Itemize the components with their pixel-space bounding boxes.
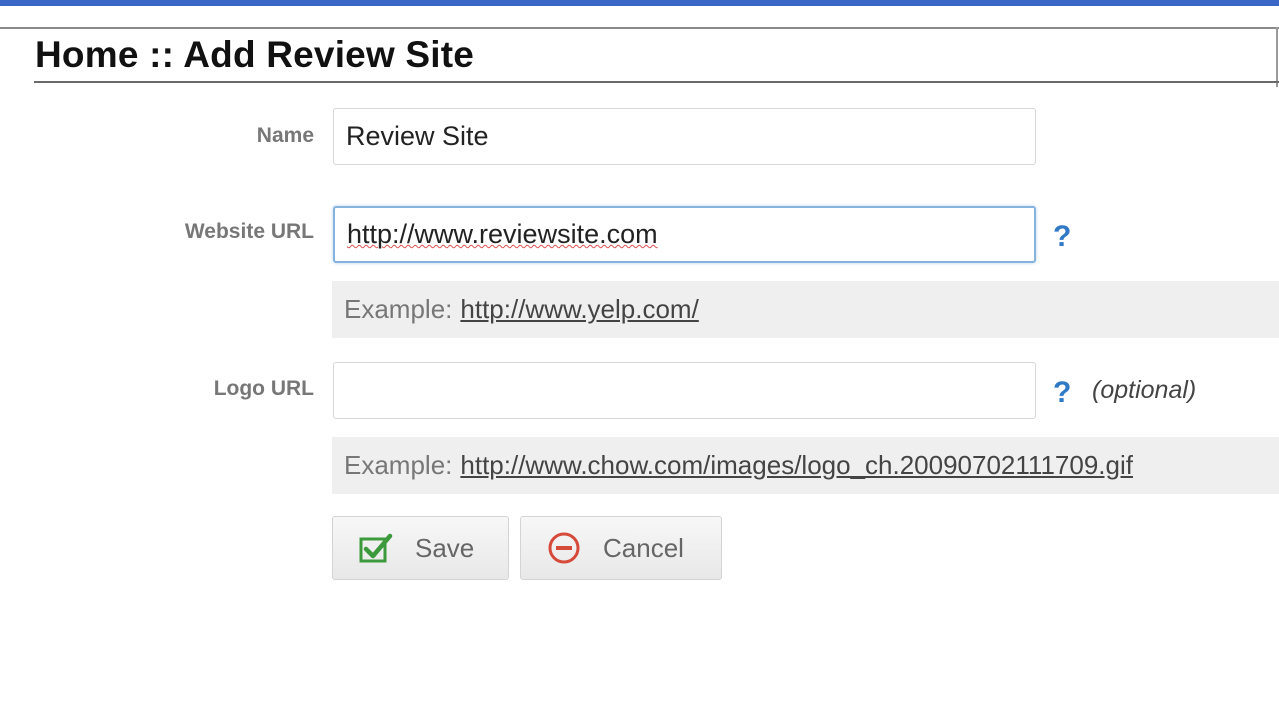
save-button-label: Save	[415, 532, 475, 563]
title-divider	[34, 81, 1279, 83]
minus-circle-icon	[547, 531, 581, 565]
page-title: Home :: Add Review Site	[35, 34, 475, 75]
logo-optional-note: (optional)	[1092, 376, 1197, 404]
name-input[interactable]	[333, 108, 1036, 165]
website-help-icon[interactable]: ?	[1053, 220, 1071, 254]
check-icon	[359, 532, 393, 564]
top-divider	[0, 27, 1279, 29]
website-example-link[interactable]: http://www.yelp.com/	[460, 294, 698, 325]
logo-example-link[interactable]: http://www.chow.com/images/logo_ch.20090…	[460, 450, 1133, 481]
name-label: Name	[256, 124, 314, 147]
save-button[interactable]: Save	[332, 516, 509, 580]
cancel-button[interactable]: Cancel	[520, 516, 722, 580]
top-accent-bar	[0, 0, 1279, 6]
logo-example-prefix: Example:	[344, 450, 453, 480]
logo-url-label: Logo URL	[213, 377, 314, 400]
website-example-prefix: Example:	[344, 294, 453, 324]
logo-help-icon[interactable]: ?	[1053, 376, 1071, 410]
cancel-button-label: Cancel	[603, 532, 684, 563]
website-example-box: Example: http://www.yelp.com/	[332, 281, 1279, 338]
website-url-value: http://www.reviewsite.com	[347, 219, 658, 249]
logo-url-input[interactable]	[333, 362, 1036, 419]
logo-example-box: Example: http://www.chow.com/images/logo…	[332, 437, 1279, 494]
website-url-input[interactable]: http://www.reviewsite.com	[333, 206, 1036, 263]
website-url-label: Website URL	[184, 220, 314, 243]
right-divider	[1276, 27, 1278, 87]
